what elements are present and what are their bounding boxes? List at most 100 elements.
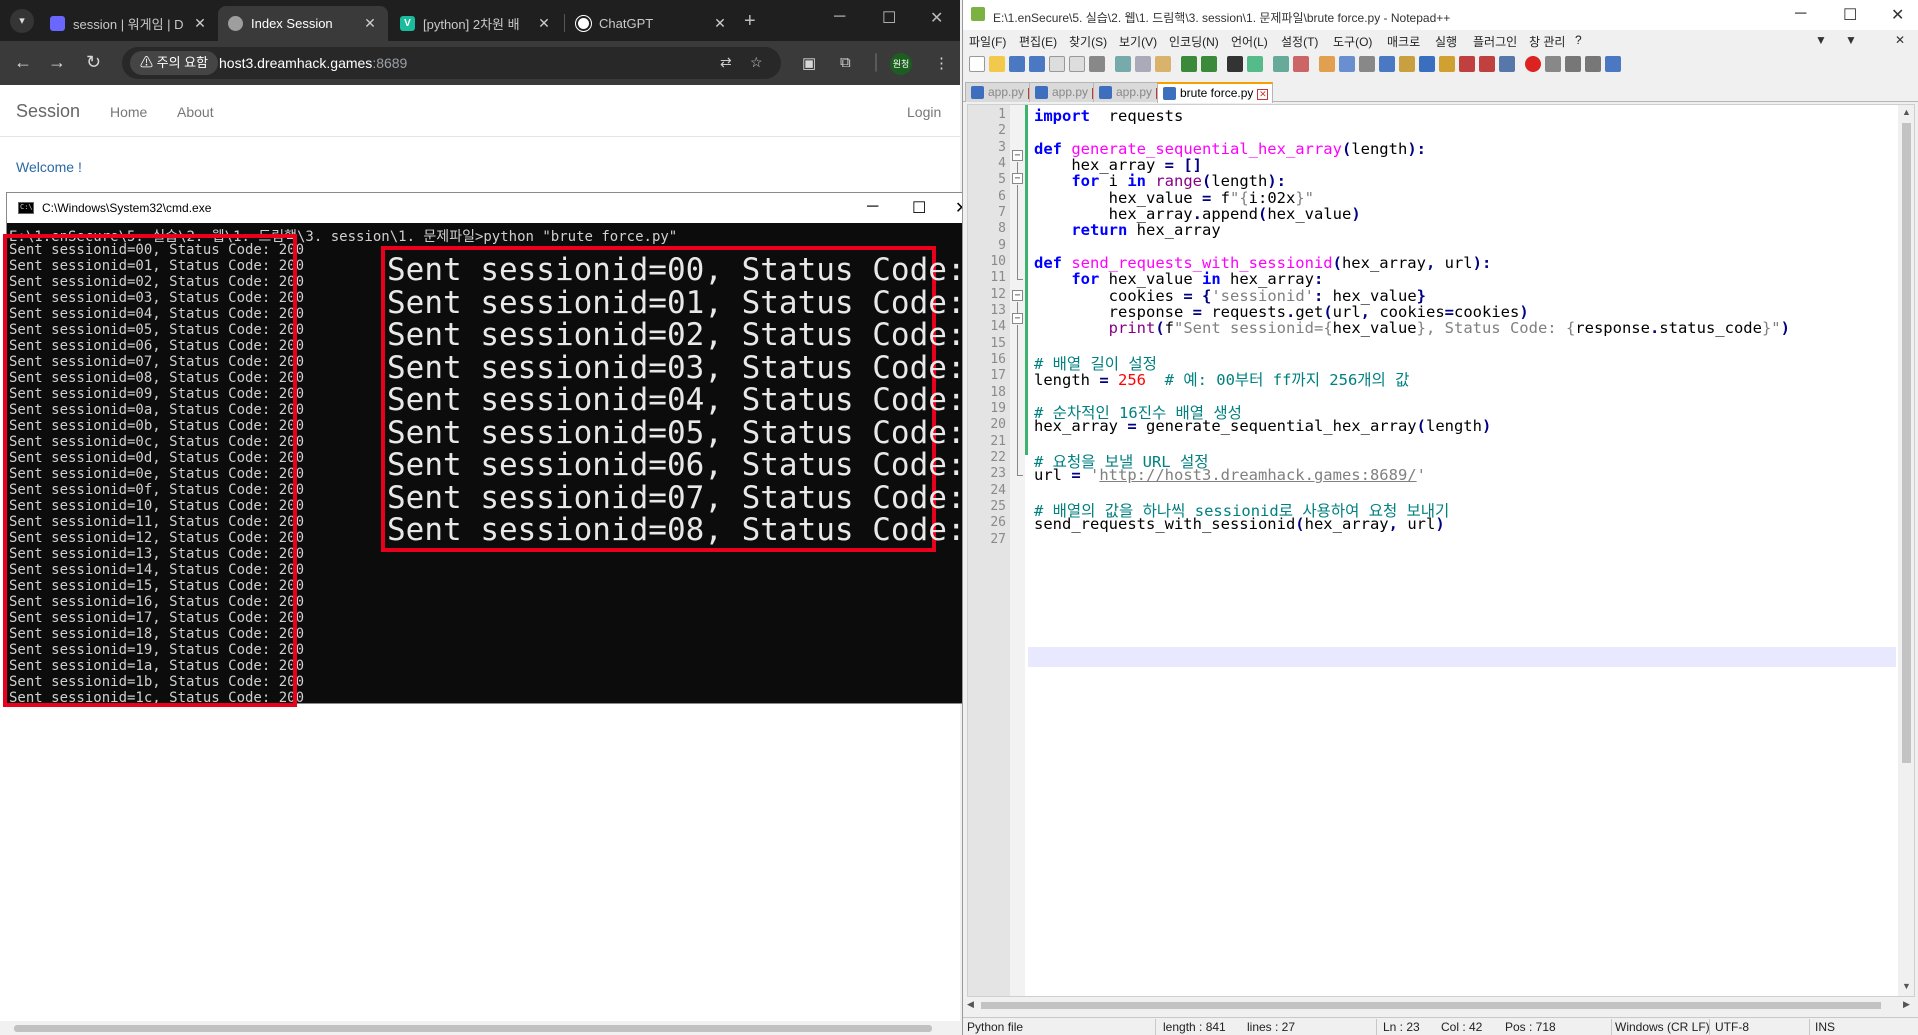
npp-maximize-icon[interactable]: ☐ [1843,5,1857,25]
scrollbar-thumb[interactable] [1902,123,1911,763]
address-bar[interactable]: ⚠ 주의 요함 host3.dreamhack.games:8689 ⇄ ☆ [122,47,781,79]
scroll-up-icon[interactable]: ▲ [1902,107,1911,117]
scroll-down-icon[interactable]: ▼ [1902,981,1911,991]
npp-title-bar[interactable]: E:\1.enSecure\5. 실습\2. 웹\1. 드림핵\3. sessi… [963,0,1918,30]
fold-toggle-icon[interactable]: − [1012,290,1023,301]
menu-view[interactable]: 보기(V) [1119,33,1157,50]
nav-about-link[interactable]: About [177,104,214,120]
undo-icon[interactable] [1181,56,1197,72]
redo-icon[interactable] [1201,56,1217,72]
code-editor[interactable]: 1 2 3 4 5 6 7 8 9 10 11 12 13 14 15 16 17 18 19 20 21 22 23 24 2… [967,104,1915,997]
forward-arrow-icon[interactable]: → [48,52,66,73]
menu-search[interactable]: 찾기(S) [1069,33,1107,50]
close-tab-icon[interactable]: ✕ [536,15,552,32]
url-text[interactable]: host3.dreamhack.games:8689 [219,55,407,71]
new-tab-icon[interactable]: + [744,10,756,33]
tab-chatgpt[interactable]: ChatGPT ✕ [566,6,738,41]
close-doc-icon[interactable]: ✕ [1895,33,1905,47]
monitoring-icon[interactable] [1499,56,1515,72]
menu-edit[interactable]: 편집(E) [1019,33,1057,50]
function-list-icon[interactable] [1459,56,1475,72]
open-file-icon[interactable] [989,56,1005,72]
copy-icon[interactable] [1135,56,1151,72]
tab-search-button[interactable]: ▾ [10,9,34,33]
nav-home-link[interactable]: Home [110,104,147,120]
play-macro-icon[interactable] [1565,56,1581,72]
nav-login-link[interactable]: Login [907,104,941,120]
restore-doc-icon[interactable]: ▼ [1845,33,1857,47]
menu-plugins[interactable]: 플러그인 [1473,33,1517,50]
profile-avatar[interactable]: 원청 [890,53,912,75]
find-icon[interactable] [1227,56,1243,72]
close-tab-icon[interactable]: ✕ [362,15,378,32]
print-icon[interactable] [1089,56,1105,72]
replace-icon[interactable] [1247,56,1263,72]
doc-list-icon[interactable]: ▼ [1815,33,1827,47]
zoom-in-icon[interactable] [1273,56,1289,72]
fold-toggle-icon[interactable]: − [1012,313,1023,324]
fold-toggle-icon[interactable]: − [1012,173,1023,184]
cut-icon[interactable] [1115,56,1131,72]
cmd-maximize-icon[interactable]: ☐ [912,198,926,218]
zoom-out-icon[interactable] [1293,56,1309,72]
editor-vertical-scrollbar[interactable]: ▲ ▼ [1898,105,1914,996]
scrollbar-thumb[interactable] [981,1002,1881,1009]
bookmark-star-icon[interactable]: ☆ [750,54,763,71]
editor-horizontal-scrollbar[interactable]: ◀ ▶ [963,997,1918,1014]
menu-language[interactable]: 언어(L) [1231,33,1268,50]
npp-close-icon[interactable]: ✕ [1891,5,1904,25]
browser-horizontal-scrollbar[interactable] [0,1021,960,1035]
scroll-right-icon[interactable]: ▶ [1903,999,1910,1010]
maximize-icon[interactable]: ☐ [882,8,896,28]
fold-margin[interactable]: − − − − [1010,105,1025,996]
show-all-chars-icon[interactable] [1379,56,1395,72]
menu-file[interactable]: 파일(F) [969,33,1006,50]
paste-icon[interactable] [1155,56,1171,72]
minimize-icon[interactable]: ─ [834,8,845,26]
indent-guide-icon[interactable] [1399,56,1415,72]
menu-help[interactable]: ? [1575,33,1582,47]
menu-run[interactable]: 실행 [1435,33,1457,50]
close-tab-icon[interactable]: ✕ [1257,89,1269,100]
sync-horizontal-icon[interactable] [1339,56,1355,72]
menu-macro[interactable]: 매크로 [1387,33,1420,50]
menu-encoding[interactable]: 인코딩(N) [1169,33,1219,50]
site-brand[interactable]: Session [16,101,80,122]
close-all-icon[interactable] [1069,56,1085,72]
menu-tools[interactable]: 도구(O) [1333,33,1372,50]
close-tab-icon[interactable]: ✕ [192,15,208,32]
extensions-puzzle-icon[interactable]: ⧉ [840,54,851,71]
menu-settings[interactable]: 설정(T) [1281,33,1318,50]
close-window-icon[interactable]: ✕ [930,8,943,28]
record-macro-icon[interactable] [1525,56,1541,72]
tab-dreamhack-session[interactable]: session | 워게임 | D ✕ [40,6,218,41]
user-lang-icon[interactable] [1419,56,1435,72]
doc-map-icon[interactable] [1439,56,1455,72]
word-wrap-icon[interactable] [1359,56,1375,72]
sync-vertical-icon[interactable] [1319,56,1335,72]
cmd-title-bar[interactable]: C:\ C:\Windows\System32\cmd.exe ─ ☐ ✕ [7,193,985,223]
folder-workspace-icon[interactable] [1479,56,1495,72]
scrollbar-thumb[interactable] [14,1025,932,1032]
npp-minimize-icon[interactable]: ─ [1795,5,1806,23]
security-warning-chip[interactable]: ⚠ 주의 요함 [130,51,219,75]
fold-toggle-icon[interactable]: − [1012,150,1023,161]
translate-icon[interactable]: ⇄ [720,54,732,71]
file-tab-brute-force-py[interactable]: brute force.py ✕ [1157,82,1274,103]
menu-window[interactable]: 창 관리 [1529,33,1565,50]
close-icon[interactable] [1049,56,1065,72]
cmd-minimize-icon[interactable]: ─ [867,198,878,216]
stop-macro-icon[interactable] [1545,56,1561,72]
back-arrow-icon[interactable]: ← [14,52,32,73]
scroll-left-icon[interactable]: ◀ [967,999,974,1010]
more-menu-icon[interactable]: ⋮ [934,54,949,72]
save-icon[interactable] [1009,56,1025,72]
reload-icon[interactable]: ↻ [86,52,101,73]
run-macro-multiple-icon[interactable] [1585,56,1601,72]
new-file-icon[interactable] [969,56,985,72]
save-macro-icon[interactable] [1605,56,1621,72]
tab-python-2d-array[interactable]: V [python] 2차원 배 ✕ [390,6,562,41]
tab-capture-icon[interactable]: ▣ [802,54,816,72]
tab-index-session[interactable]: Index Session ✕ [218,6,388,41]
close-tab-icon[interactable]: ✕ [712,15,728,32]
